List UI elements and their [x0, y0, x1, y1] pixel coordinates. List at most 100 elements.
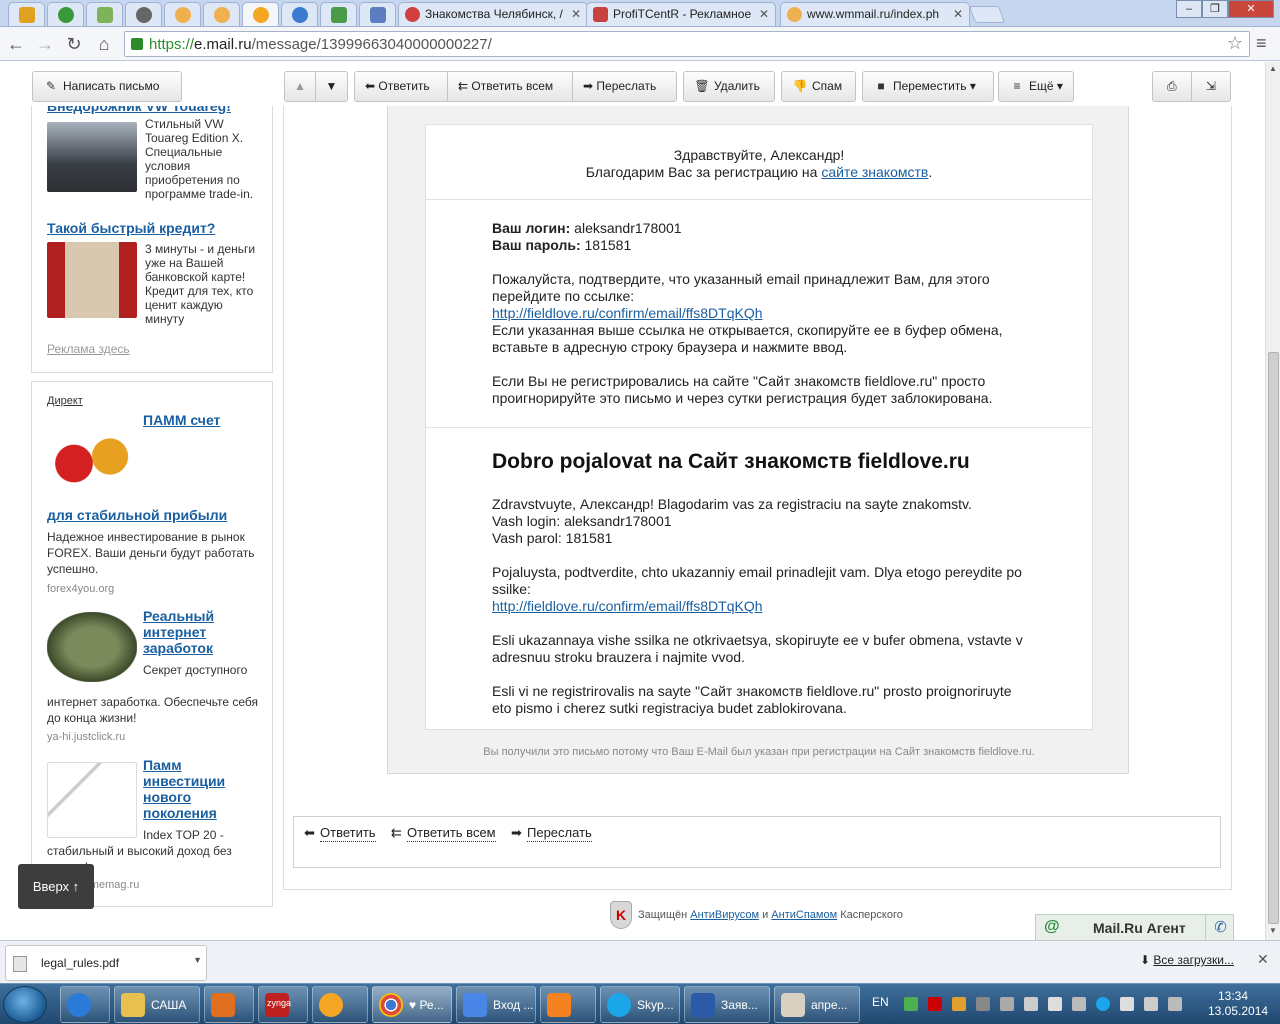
quick-reply-link[interactable]: ⬅ Ответить	[304, 825, 376, 842]
reply-all-button[interactable]: ⇇ Ответить всем	[448, 72, 573, 101]
ad-title[interactable]: Реальный интернет заработок	[143, 608, 253, 656]
taskbar-folder[interactable]: САША	[114, 986, 200, 1023]
pinned-tab[interactable]	[320, 2, 357, 26]
bookmark-star-icon[interactable]: ☆	[1227, 33, 1243, 54]
print-icon[interactable]: ⎙	[1153, 72, 1192, 101]
flag-icon[interactable]	[1120, 997, 1134, 1011]
forward-icon[interactable]: →	[33, 32, 57, 56]
antivirus-link[interactable]: АнтиВирусом	[690, 909, 759, 921]
forward-button[interactable]: ➡ Переслать	[573, 72, 676, 101]
ad-title[interactable]: для стабильной прибыли	[47, 507, 227, 523]
tray-icon[interactable]	[1000, 997, 1014, 1011]
quick-forward-link[interactable]: ➡ Переслать	[511, 825, 592, 842]
ad-title[interactable]: Памм инвестиции нового поколения	[143, 757, 253, 821]
ad-title[interactable]: Такой быстрый кредит?	[47, 220, 215, 236]
phone-icon[interactable]: ✆	[1205, 915, 1235, 941]
volume-icon[interactable]	[1168, 997, 1182, 1011]
prev-message-icon[interactable]: ▲	[285, 72, 316, 101]
language-indicator[interactable]: EN	[872, 995, 889, 1009]
tray-icon[interactable]	[1048, 997, 1062, 1011]
taskbar-skype[interactable]: Skyp...	[600, 986, 680, 1023]
start-button[interactable]	[3, 986, 47, 1023]
scroll-down-icon[interactable]: ▼	[1269, 926, 1277, 935]
dice-image[interactable]	[47, 425, 137, 495]
taskbar-odnoklassniki[interactable]	[540, 986, 596, 1023]
volume-icon[interactable]	[1072, 997, 1086, 1011]
close-icon[interactable]: ✕	[759, 3, 769, 25]
close-icon[interactable]: ✕	[571, 3, 581, 25]
quick-reply-all-link[interactable]: ⇇ Ответить всем	[391, 825, 496, 842]
money-roll-image[interactable]	[47, 612, 137, 682]
credit-image[interactable]	[47, 242, 137, 318]
pinned-tab[interactable]	[8, 2, 45, 26]
home-icon[interactable]: ⌂	[92, 32, 116, 56]
pinned-tab[interactable]	[164, 2, 201, 26]
scroll-up-icon[interactable]: ▲	[1269, 64, 1277, 73]
taskbar-google[interactable]: Вход ...	[456, 986, 536, 1023]
all-downloads-link[interactable]: ⬇ Все загрузки...	[1140, 953, 1234, 967]
ad-title[interactable]: ПАММ счет	[143, 412, 220, 428]
tray-icon[interactable]	[952, 997, 966, 1011]
new-tab-button[interactable]	[968, 6, 1006, 23]
browser-menu-icon[interactable]: ≡	[1256, 34, 1272, 52]
car-image[interactable]	[47, 122, 137, 192]
taskbar-zynga[interactable]: zynga	[258, 986, 308, 1023]
antispam-link[interactable]: АнтиСпамом	[771, 909, 837, 921]
reply-button[interactable]: ⬅ Ответить	[355, 72, 448, 101]
scrollbar-thumb[interactable]	[1268, 352, 1279, 924]
taskbar-word[interactable]: Заяв...	[684, 986, 770, 1023]
window-close-button[interactable]: ✕	[1228, 0, 1274, 18]
pinned-tab[interactable]	[203, 2, 240, 26]
pinned-tab[interactable]	[359, 2, 396, 26]
folder-icon	[121, 993, 145, 1017]
taskbar-ie[interactable]	[60, 986, 110, 1023]
pinned-tab[interactable]	[281, 2, 318, 26]
next-message-icon[interactable]: ▼	[316, 72, 347, 101]
taskbar-chrome[interactable]: ♥ Ре...	[372, 986, 452, 1023]
taskbar-media[interactable]	[204, 986, 254, 1023]
pinned-tab-mail-active[interactable]	[242, 2, 279, 26]
spam-button[interactable]: 👎 Спам	[781, 71, 856, 102]
tray-icon[interactable]	[928, 997, 942, 1011]
pinned-tab[interactable]	[47, 2, 84, 26]
tray-icon[interactable]	[904, 997, 918, 1011]
taskbar-app[interactable]: апре...	[774, 986, 860, 1023]
chevron-down-icon: ▾	[1056, 79, 1063, 93]
clock[interactable]: 13:34 13.05.2014	[1208, 989, 1268, 1019]
pdf-file-icon	[13, 956, 27, 972]
dating-site-link[interactable]: сайте знакомств	[821, 164, 928, 180]
close-icon[interactable]: ✕	[1257, 951, 1269, 968]
mail-agent-bar[interactable]: @ Mail.Ru Агент ✆	[1035, 914, 1235, 941]
pinned-tab[interactable]	[125, 2, 162, 26]
taskbar-mail-agent[interactable]	[312, 986, 368, 1023]
tab-wmmail[interactable]: www.wmmail.ru/index.ph ✕	[780, 2, 970, 26]
translit-confirm-link[interactable]: http://fieldlove.ru/confirm/email/ffs8DT…	[492, 598, 763, 614]
page-scrollbar[interactable]: ▲ ▼	[1265, 62, 1280, 940]
tab-profitcentr[interactable]: ProfiTCentR - Рекламное ✕	[586, 2, 776, 26]
ad-here-link[interactable]: Реклама здесь	[47, 342, 130, 356]
minimize-button[interactable]: –	[1176, 0, 1202, 18]
chevron-down-icon[interactable]: ▼	[193, 955, 202, 965]
pinned-tab[interactable]	[86, 2, 123, 26]
tray-icon[interactable]	[1024, 997, 1038, 1011]
resize-view-icon[interactable]: ⇲	[1192, 72, 1231, 101]
compose-button[interactable]: ✎ Написать письмо	[32, 71, 182, 102]
omnibox[interactable]: https://e.mail.ru/message/13999663040000…	[124, 31, 1250, 57]
more-button[interactable]: ≡ Ещё ▾	[998, 71, 1074, 102]
network-icon[interactable]	[1144, 997, 1158, 1011]
tab-znakomstva[interactable]: Знакомства Челябинск, / ✕	[398, 2, 588, 26]
delete-button[interactable]: 🗑 Удалить	[683, 71, 775, 102]
skype-tray-icon[interactable]	[1096, 997, 1110, 1011]
reload-icon[interactable]: ↻	[62, 32, 86, 56]
ad-title[interactable]: Внедорожник VW Touareg!	[47, 106, 231, 114]
download-item[interactable]: legal_rules.pdf ▼	[5, 945, 207, 981]
close-icon[interactable]: ✕	[953, 3, 963, 25]
move-button[interactable]: ■ Переместить ▾	[862, 71, 994, 102]
back-icon[interactable]: ←	[4, 32, 28, 56]
tray-icon[interactable]	[976, 997, 990, 1011]
confirm-link[interactable]: http://fieldlove.ru/confirm/email/ffs8DT…	[492, 305, 763, 321]
scroll-top-button[interactable]: Вверх ↑	[18, 864, 94, 909]
url-host: e.mail.ru	[194, 36, 252, 53]
maximize-button[interactable]: ❐	[1202, 0, 1228, 18]
direct-label[interactable]: Директ	[47, 395, 83, 407]
